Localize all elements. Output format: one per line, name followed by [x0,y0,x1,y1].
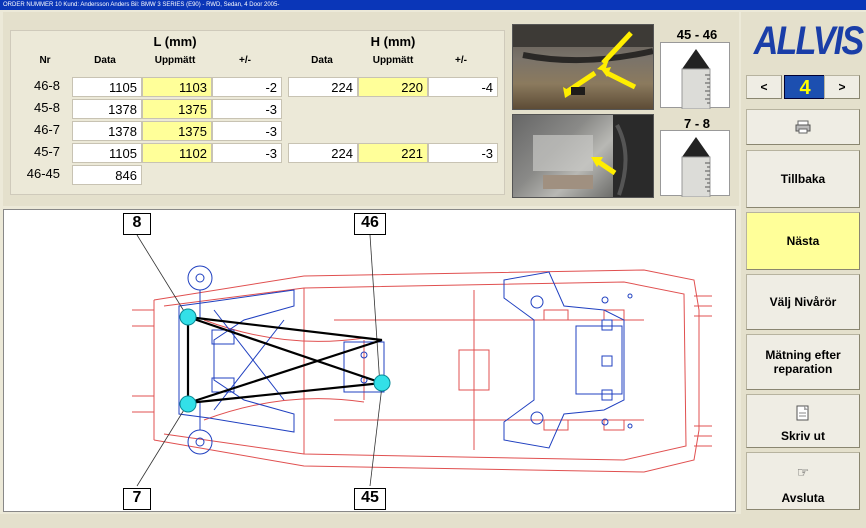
l-measured-cell: 1102 [142,143,212,163]
col-header-h-data: Data [311,55,333,66]
point-45[interactable] [373,374,391,392]
avsluta-button[interactable]: ☞ Avsluta [746,452,860,510]
gauge-label-top: 45 - 46 [676,27,718,42]
l-diff-cell: -2 [212,77,282,97]
group-header-l: L (mm) [153,34,197,49]
page-number: 4 [784,75,826,99]
skriv-ut-label: Skriv ut [780,429,825,443]
l-measured-cell: 1375 [142,121,212,141]
row-nr: 46-8 [33,78,60,93]
level-pin-icon [681,137,711,198]
chassis-drawing [132,234,712,487]
l-diff-cell: -3 [212,121,282,141]
front-subframe [178,265,385,455]
col-header-l-uppmatt: Uppmätt [154,55,196,66]
l-data-cell: 1105 [72,143,142,163]
reference-photo-top [512,24,654,110]
l-measured-cell: 1103 [142,77,212,97]
l-diff-cell: -3 [212,99,282,119]
row-nr: 46-45 [26,166,60,181]
l-data-cell: 846 [72,165,142,185]
l-data-cell: 1378 [72,121,142,141]
avsluta-label: Avsluta [781,491,825,505]
document-icon [796,405,809,421]
h-diff-cell: -3 [428,143,498,163]
level-pin-icon [681,49,711,110]
point-label-46: 46 [354,213,386,235]
prev-page-button[interactable]: < [746,75,782,99]
l-diff-cell: -3 [212,143,282,163]
l-measured-cell: 1375 [142,99,212,119]
point-label-7: 7 [123,488,151,510]
reference-photo-bottom [512,114,654,198]
point-label-8: 8 [123,213,151,235]
tillbaka-button[interactable]: Tillbaka [746,150,860,208]
valj-nivaror-button[interactable]: Välj Nivårör [746,274,860,330]
level-gauge-top [660,42,730,110]
photo-arrows-bottom [533,115,653,197]
status-bar [0,514,866,528]
row-nr: 45-7 [33,144,60,159]
h-measured-cell: 221 [358,143,428,163]
skriv-ut-button[interactable]: Skriv ut [746,394,860,448]
col-header-l-diff: +/- [239,55,251,66]
l-data-cell: 1105 [72,77,142,97]
row-nr: 46-7 [33,122,60,137]
window-title: ORDER NUMMER 10 Kund: Andersson Anders B… [0,0,866,10]
l-data-cell: 1378 [72,99,142,119]
leader-lines [136,234,383,487]
col-header-h-uppmatt: Uppmätt [372,55,414,66]
h-data-cell: 224 [288,77,358,97]
next-page-button[interactable]: > [824,75,860,99]
h-measured-cell: 220 [358,77,428,97]
gauge-label-bottom: 7 - 8 [683,116,710,131]
chassis-diagram: 8 46 7 45 [3,209,736,512]
pointing-hand-icon: ☞ [796,464,810,480]
group-header-h: H (mm) [370,34,416,49]
h-diff-cell: -4 [428,77,498,97]
row-nr: 45-8 [33,100,60,115]
point-8[interactable] [179,308,197,326]
col-header-nr: Nr [39,55,51,66]
allvis-logo: ALLVIS [753,19,865,63]
printer-icon [795,120,811,134]
point-7[interactable] [179,395,197,413]
point-label-45: 45 [354,488,386,510]
h-data-cell: 224 [288,143,358,163]
print-icon-button[interactable] [746,109,860,145]
level-gauge-bottom [660,130,730,198]
col-header-l-data: Data [94,55,116,66]
photo-arrows-top [513,25,653,98]
col-header-h-diff: +/- [455,55,467,66]
matning-efter-reparation-button[interactable]: Mätning efter reparation [746,334,860,390]
nasta-button[interactable]: Nästa [746,212,860,270]
